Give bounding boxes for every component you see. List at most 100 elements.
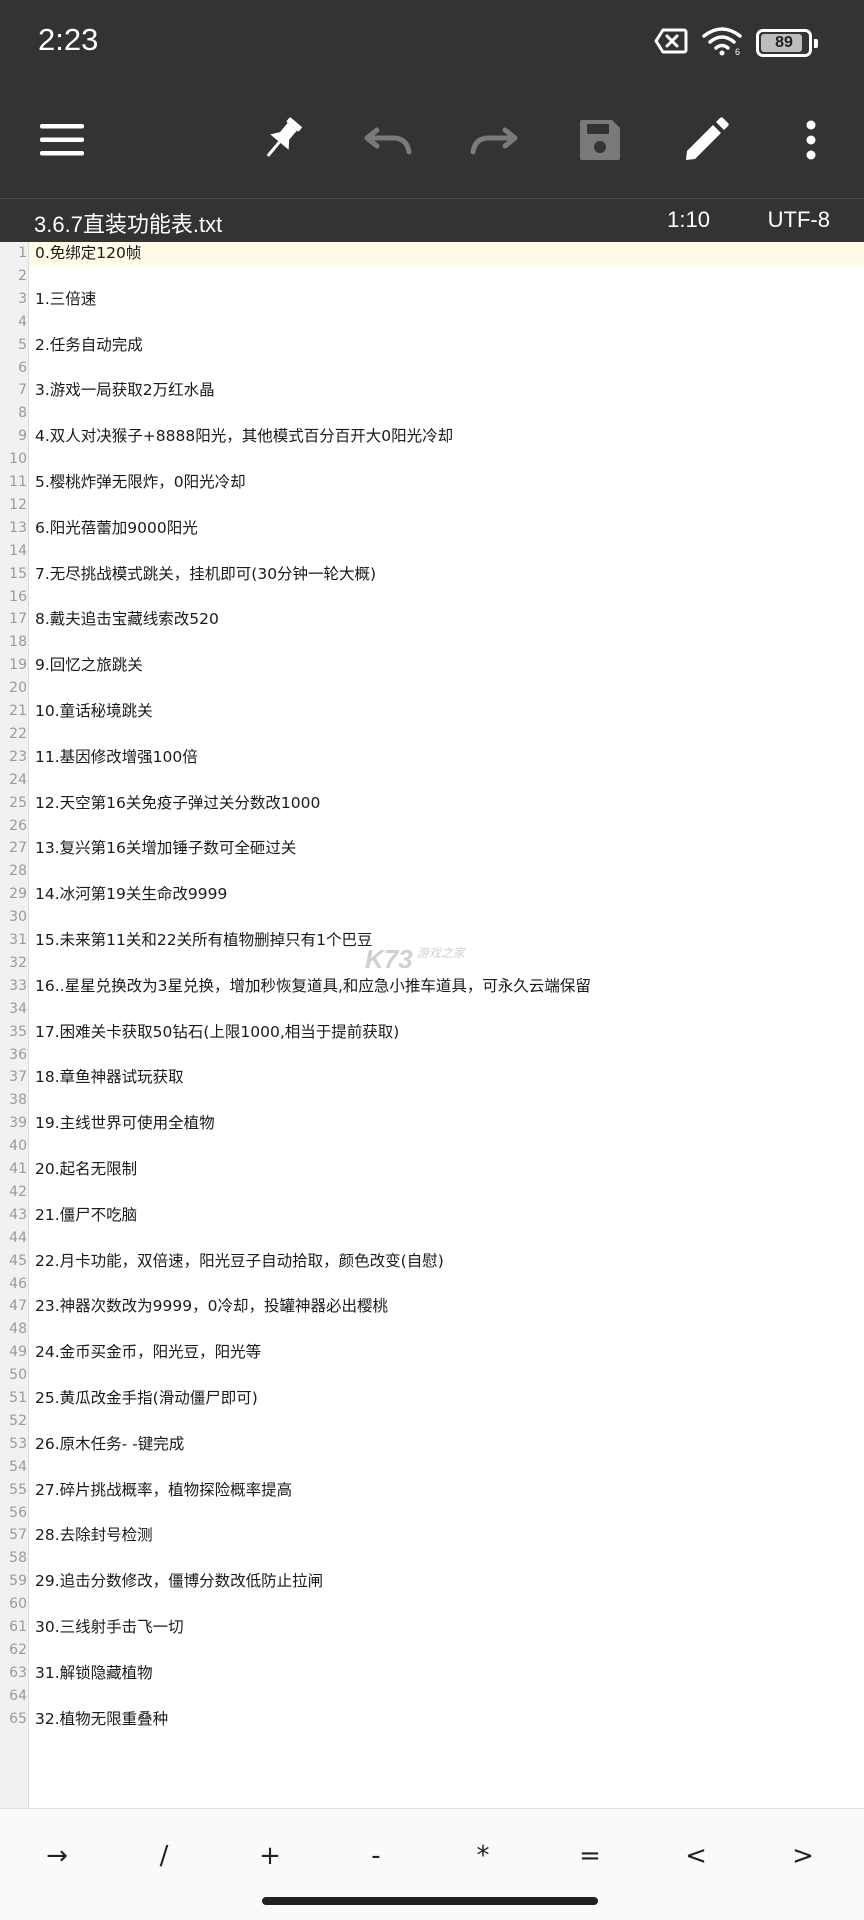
editor-line[interactable]: 16: [0, 586, 864, 609]
line-number: 38: [9, 1092, 27, 1109]
symbol-key[interactable]: →: [27, 1831, 87, 1881]
line-text: 9.回忆之旅跳关: [35, 656, 143, 675]
editor-line[interactable]: 5 2.任务自动完成: [0, 334, 864, 357]
symbol-key[interactable]: /: [134, 1831, 194, 1881]
editor-line[interactable]: 40: [0, 1135, 864, 1158]
editor-line[interactable]: 4: [0, 311, 864, 334]
editor-line[interactable]: 25 12.天空第16关免疫子弹过关分数改1000: [0, 792, 864, 815]
pin-button[interactable]: [246, 106, 318, 178]
editor-line[interactable]: 58: [0, 1547, 864, 1570]
symbol-key[interactable]: <: [666, 1831, 726, 1881]
editor-line[interactable]: 20: [0, 677, 864, 700]
editor-line[interactable]: 8: [0, 402, 864, 425]
editor-line[interactable]: 57 28.去除封号检测: [0, 1524, 864, 1547]
editor-line[interactable]: 61 30.三线射手击飞一切: [0, 1616, 864, 1639]
editor-line[interactable]: 34: [0, 998, 864, 1021]
symbol-key[interactable]: *: [453, 1831, 513, 1881]
line-number: 20: [9, 680, 27, 697]
line-number: 50: [9, 1367, 27, 1384]
line-number: 10: [9, 451, 27, 468]
line-text: 21.僵尸不吃脑: [35, 1205, 138, 1224]
editor-line[interactable]: 23 11.基因修改增强100倍: [0, 746, 864, 769]
line-number: 28: [9, 863, 27, 880]
editor-line[interactable]: 52: [0, 1410, 864, 1433]
editor-line[interactable]: 22: [0, 723, 864, 746]
editor-line[interactable]: 19 9.回忆之旅跳关: [0, 654, 864, 677]
editor-line[interactable]: 60: [0, 1593, 864, 1616]
editor-line[interactable]: 54: [0, 1456, 864, 1479]
line-text: 10.童话秘境跳关: [35, 702, 153, 720]
editor-line[interactable]: 7 3.游戏一局获取2万红水晶: [0, 379, 864, 402]
editor-line[interactable]: 30: [0, 906, 864, 929]
editor-line[interactable]: 6: [0, 357, 864, 380]
editor-line[interactable]: 45 22.月卡功能，双倍速，阳光豆子自动拾取，颜色改变(自慰): [0, 1250, 864, 1273]
line-number: 34: [9, 1000, 27, 1017]
line-number: 36: [9, 1046, 27, 1063]
editor-line[interactable]: 43 21.僵尸不吃脑: [0, 1204, 864, 1227]
edit-button[interactable]: [670, 106, 742, 178]
pencil-icon: [683, 117, 729, 167]
editor-line[interactable]: 1 0.免绑定120帧: [0, 242, 864, 265]
line-number: 3: [18, 290, 27, 307]
line-number: 35: [9, 1023, 27, 1040]
line-text: 12.天空第16关免疫子弹过关分数改1000: [35, 793, 321, 812]
editor-line[interactable]: 47 23.神器次数改为9999，0冷却，投罐神器必出樱桃: [0, 1295, 864, 1318]
editor-line[interactable]: 50: [0, 1364, 864, 1387]
symbol-key[interactable]: -: [346, 1831, 406, 1881]
editor-line[interactable]: 12: [0, 494, 864, 517]
editor-line[interactable]: 41 20.起名无限制: [0, 1158, 864, 1181]
editor-line[interactable]: 56: [0, 1502, 864, 1525]
editor-line[interactable]: 39 19.主线世界可使用全植物: [0, 1112, 864, 1135]
symbol-key[interactable]: =: [560, 1831, 620, 1881]
menu-button[interactable]: [26, 106, 98, 178]
editor-line[interactable]: 3 1.三倍速: [0, 288, 864, 311]
editor-line[interactable]: 64: [0, 1685, 864, 1708]
save-button[interactable]: [564, 106, 636, 178]
symbol-key[interactable]: +: [240, 1831, 300, 1881]
editor-line[interactable]: 49 24.金币买金币，阳光豆，阳光等: [0, 1341, 864, 1364]
editor-line[interactable]: 55 27.碎片挑战概率，植物探险概率提高: [0, 1479, 864, 1502]
editor-line[interactable]: 26: [0, 815, 864, 838]
line-number: 16: [9, 588, 27, 605]
editor-line[interactable]: 35 17.困难关卡获取50钻石(上限1000,相当于提前获取): [0, 1021, 864, 1044]
editor-line[interactable]: 27 13.复兴第16关增加锤子数可全砸过关: [0, 837, 864, 860]
editor-line[interactable]: 13 6.阳光蓓蕾加9000阳光: [0, 517, 864, 540]
line-text: 25.黄瓜改金手指(滑动僵尸即可): [35, 1389, 258, 1407]
editor-line[interactable]: 10: [0, 448, 864, 471]
editor-line[interactable]: 9 4.双人对决猴子+8888阳光，其他模式百分百开大0阳光冷却: [0, 425, 864, 448]
editor-line[interactable]: 62: [0, 1639, 864, 1662]
editor-line[interactable]: 38: [0, 1089, 864, 1112]
editor-line[interactable]: 15 7.无尽挑战模式跳关，挂机即可(30分钟一轮大概): [0, 563, 864, 586]
editor-line[interactable]: 59 29.追击分数修改，僵博分数改低防止拉闸: [0, 1570, 864, 1593]
editor-line[interactable]: 53 26.原木任务- -键完成: [0, 1433, 864, 1456]
editor-line[interactable]: 37 18.章鱼神器试玩获取: [0, 1066, 864, 1089]
symbol-key[interactable]: >: [773, 1831, 833, 1881]
navigation-handle[interactable]: [262, 1897, 598, 1905]
editor-line[interactable]: 29 14.冰河第19关生命改9999: [0, 883, 864, 906]
editor-line[interactable]: 51 25.黄瓜改金手指(滑动僵尸即可): [0, 1387, 864, 1410]
line-number: 33: [9, 977, 27, 994]
editor-line[interactable]: 21 10.童话秘境跳关: [0, 700, 864, 723]
editor-line[interactable]: 33 16..星星兑换改为3星兑换，增加秒恢复道具,和应急小推车道具，可永久云端保…: [0, 975, 864, 998]
editor-line[interactable]: 2: [0, 265, 864, 288]
editor-line[interactable]: 44: [0, 1227, 864, 1250]
editor-line[interactable]: 17 8.戴夫追击宝藏线索改520: [0, 608, 864, 631]
editor-line[interactable]: 46: [0, 1273, 864, 1296]
undo-button[interactable]: [352, 106, 424, 178]
editor-line[interactable]: 11 5.樱桃炸弹无限炸，0阳光冷却: [0, 471, 864, 494]
text-editor[interactable]: 1 0.免绑定120帧 2 3 1.三倍速 4 5 2.任务自动完成 6 7 3.游戏一局获取2万红…: [0, 242, 864, 1808]
editor-line[interactable]: 14: [0, 540, 864, 563]
editor-line[interactable]: 18: [0, 631, 864, 654]
editor-line[interactable]: 42: [0, 1181, 864, 1204]
editor-line[interactable]: 48: [0, 1318, 864, 1341]
line-number: 18: [9, 634, 27, 651]
editor-line[interactable]: 65 32.植物无限重叠种: [0, 1708, 864, 1731]
editor-line[interactable]: 24: [0, 769, 864, 792]
line-number: 9: [18, 428, 27, 445]
line-text: 3.游戏一局获取2万红水晶: [35, 381, 215, 400]
editor-line[interactable]: 28: [0, 860, 864, 883]
redo-button[interactable]: [458, 106, 530, 178]
editor-line[interactable]: 63 31.解锁隐藏植物: [0, 1662, 864, 1685]
editor-line[interactable]: 36: [0, 1044, 864, 1067]
more-button[interactable]: [775, 106, 847, 178]
